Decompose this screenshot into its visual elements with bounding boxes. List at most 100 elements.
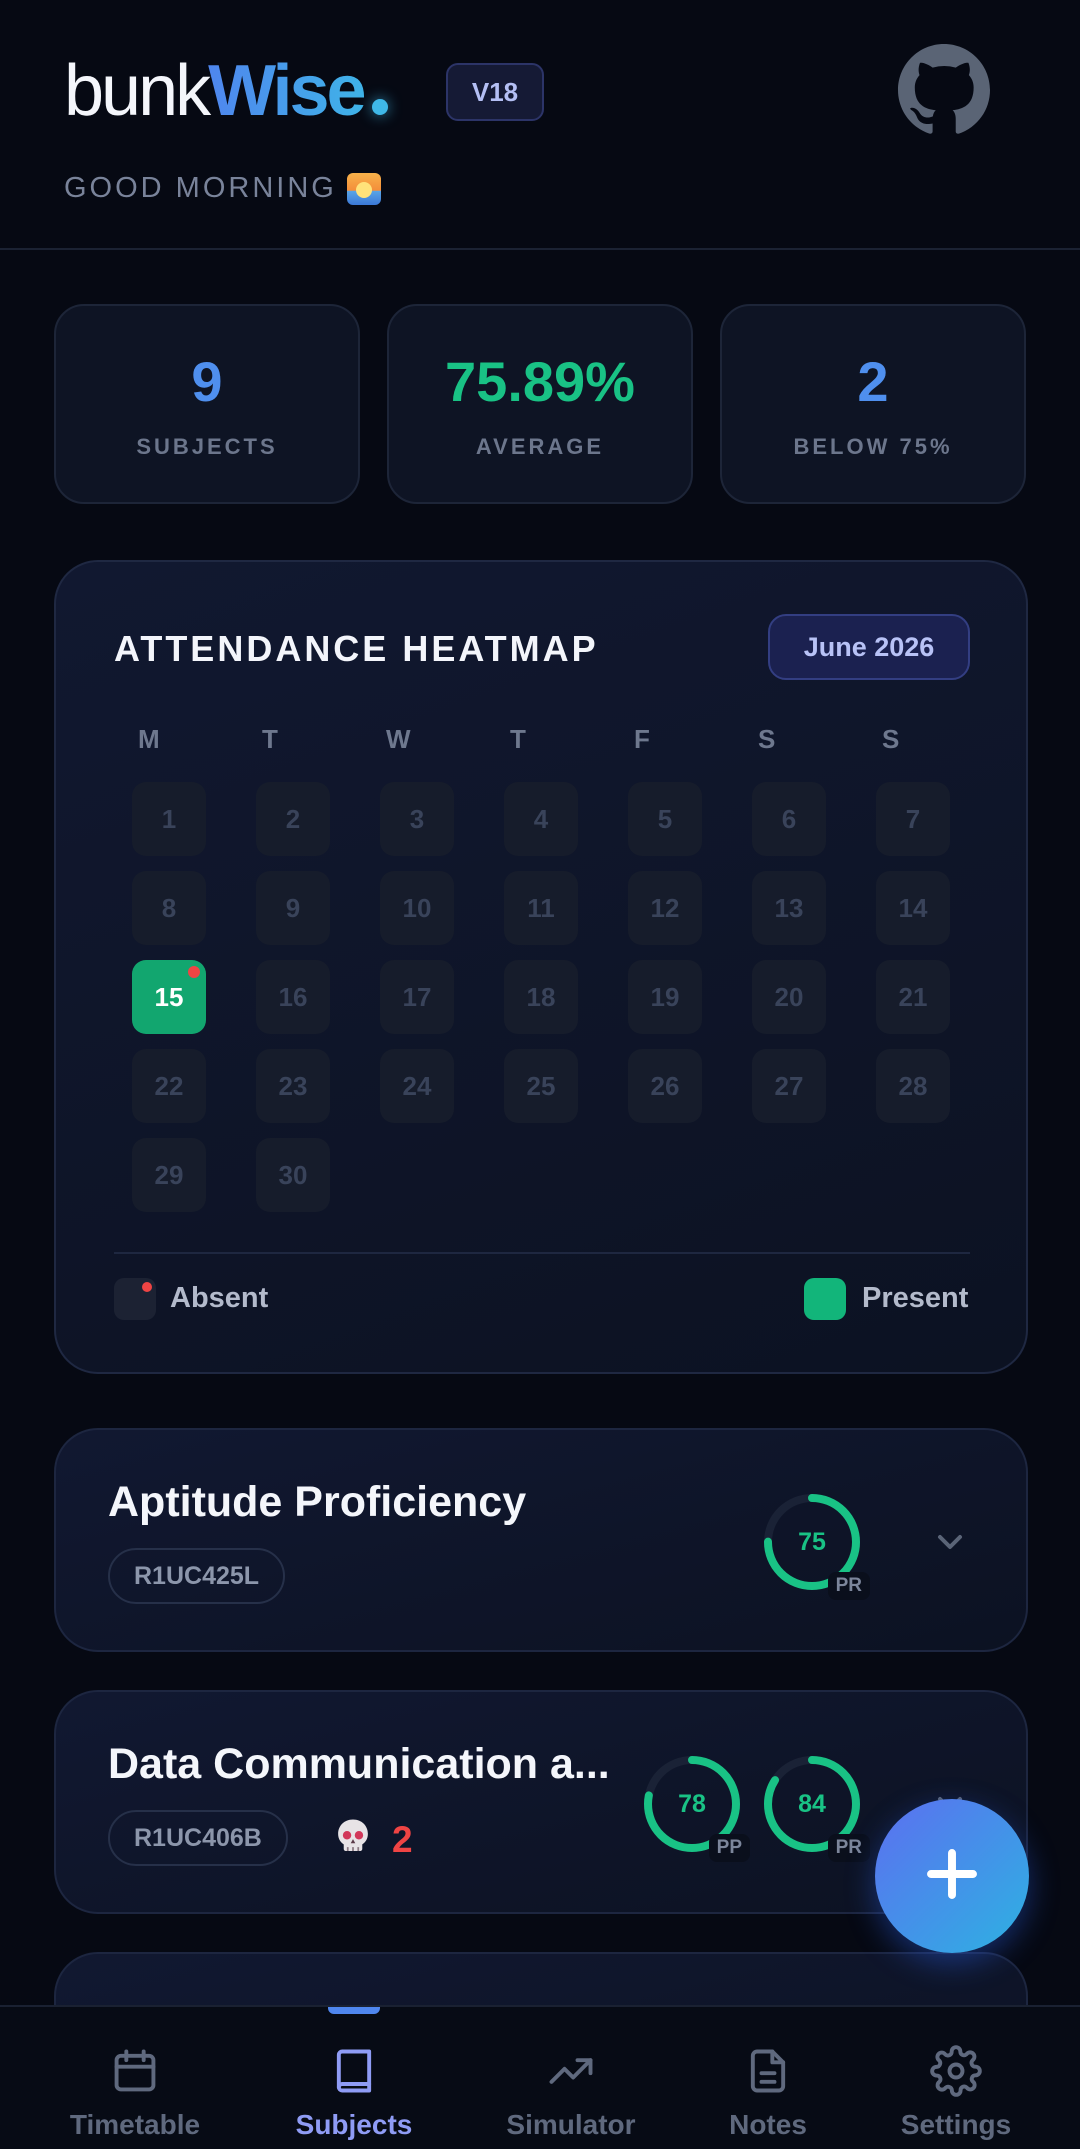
nav-item-subjects[interactable]: Subjects: [284, 2007, 424, 2149]
heatmap-month-selector[interactable]: June 2026: [768, 614, 970, 680]
trending-up-icon: [545, 2045, 597, 2097]
legend-present-swatch: [804, 1278, 846, 1320]
heatmap-day-cell[interactable]: 5: [628, 782, 702, 856]
nav-label: Settings: [900, 2109, 1012, 2140]
heatmap-day-cell[interactable]: 27: [752, 1049, 826, 1123]
heatmap-divider: [114, 1252, 970, 1254]
heatmap-day-cell[interactable]: 8: [132, 871, 206, 945]
subject-code-badge: R1UC425L: [108, 1548, 286, 1604]
heatmap-day-cell[interactable]: 9: [256, 871, 330, 945]
nav-item-simulator[interactable]: Simulator: [500, 2007, 642, 2149]
day-number: 18: [526, 981, 556, 1012]
nav-label: Subjects: [295, 2109, 413, 2140]
legend-absent-swatch: [114, 1278, 156, 1320]
day-number: 7: [905, 803, 921, 834]
day-number: 25: [526, 1070, 556, 1101]
day-number: 14: [898, 892, 928, 923]
day-number: 23: [278, 1070, 308, 1101]
nav-item-settings[interactable]: Settings: [886, 2007, 1026, 2149]
day-number: 3: [409, 803, 425, 834]
heatmap-day-cell[interactable]: 3: [380, 782, 454, 856]
heatmap-day-cell[interactable]: 29: [132, 1138, 206, 1212]
nav-item-timetable[interactable]: Timetable: [64, 2007, 206, 2149]
heatmap-day-cell[interactable]: 20: [752, 960, 826, 1034]
heatmap-day-cell[interactable]: 2: [256, 782, 330, 856]
heatmap-day-cell[interactable]: 26: [628, 1049, 702, 1123]
heatmap-day-cell[interactable]: 1: [132, 782, 206, 856]
day-number: 22: [154, 1070, 184, 1101]
book-icon: [328, 2045, 380, 2097]
attendance-ring: 84 PR: [762, 1754, 870, 1862]
stat-label: SUBJECTS: [136, 434, 278, 459]
weekday-label: T: [262, 724, 278, 754]
greeting-text: GOOD MORNING: [64, 172, 337, 204]
stat-label: BELOW 75%: [793, 434, 953, 459]
skull-icon: [332, 1816, 374, 1863]
absent-dot: [142, 1282, 152, 1292]
day-number: 26: [650, 1070, 680, 1101]
heatmap-day-cell[interactable]: 17: [380, 960, 454, 1034]
heatmap-day-cell[interactable]: 14: [876, 871, 950, 945]
day-number: 8: [161, 892, 177, 923]
day-number: 19: [650, 981, 680, 1012]
stat-label: AVERAGE: [475, 434, 605, 459]
heatmap-day-cell[interactable]: 4: [504, 782, 578, 856]
chevron-down-icon[interactable]: [930, 1522, 970, 1562]
heatmap-day-cell[interactable]: 28: [876, 1049, 950, 1123]
day-number: 27: [774, 1070, 804, 1101]
heatmap-day-cell[interactable]: 6: [752, 782, 826, 856]
absent-dot: [188, 966, 200, 978]
heatmap-day-cell[interactable]: 25: [504, 1049, 578, 1123]
heatmap-day-cell[interactable]: 19: [628, 960, 702, 1034]
day-number: 15: [154, 981, 184, 1012]
sunrise-icon: [346, 172, 381, 205]
weekday-label: F: [634, 724, 650, 754]
gear-icon: [930, 2045, 982, 2097]
add-subject-button[interactable]: [875, 1799, 1029, 1953]
heatmap-day-cell[interactable]: 21: [876, 960, 950, 1034]
heatmap-day-cell[interactable]: 12: [628, 871, 702, 945]
legend-absent-label: Absent: [170, 1282, 269, 1314]
heatmap-day-cell[interactable]: 24: [380, 1049, 454, 1123]
subject-card[interactable]: Aptitude Proficiency R1UC425L 75 PR: [54, 1428, 1028, 1652]
ring-tag: PP: [708, 1834, 750, 1862]
day-number: 4: [533, 803, 549, 834]
day-number: 2: [285, 803, 301, 834]
day-number: 20: [774, 981, 804, 1012]
day-number: 12: [650, 892, 680, 923]
app-logo: bunk Wise: [64, 50, 388, 131]
day-number: 17: [402, 981, 432, 1012]
nav-item-notes[interactable]: Notes: [716, 2007, 820, 2149]
day-number: 10: [402, 892, 432, 923]
heatmap-day-cell[interactable]: 7: [876, 782, 950, 856]
heatmap-day-cell[interactable]: 30: [256, 1138, 330, 1212]
heatmap-day-cell[interactable]: 16: [256, 960, 330, 1034]
day-number: 29: [154, 1159, 184, 1190]
logo-text-light: bunk: [64, 51, 211, 131]
github-icon[interactable]: [896, 42, 992, 138]
subject-name: Aptitude Proficiency: [108, 1478, 527, 1526]
attendance-ring: 75 PR: [762, 1492, 870, 1600]
heatmap-day-cell[interactable]: 18: [504, 960, 578, 1034]
weekday-label: T: [510, 724, 526, 754]
day-number: 28: [898, 1070, 928, 1101]
weekday-label: S: [882, 724, 900, 754]
day-number: 24: [402, 1070, 432, 1101]
heatmap-day-cell[interactable]: 13: [752, 871, 826, 945]
day-number: 9: [285, 892, 301, 923]
heatmap-day-cell[interactable]: 11: [504, 871, 578, 945]
heatmap-day-cell[interactable]: 10: [380, 871, 454, 945]
stat-card-subjects: 9 SUBJECTS: [54, 304, 360, 504]
stat-value: 9: [191, 350, 223, 413]
heatmap-day-cell[interactable]: 23: [256, 1049, 330, 1123]
day-number: 21: [898, 981, 928, 1012]
calendar-icon: [109, 2045, 161, 2097]
danger-count: 2: [392, 1818, 413, 1860]
heatmap-day-cell[interactable]: 15: [132, 960, 206, 1034]
plus-icon: [924, 1846, 980, 1907]
app-header: bunk Wise V18 GOOD MORNING: [0, 0, 1080, 250]
danger-badge: 2: [332, 1816, 413, 1863]
day-number: 16: [278, 981, 308, 1012]
stat-card-average: 75.89% AVERAGE: [387, 304, 693, 504]
heatmap-day-cell[interactable]: 22: [132, 1049, 206, 1123]
